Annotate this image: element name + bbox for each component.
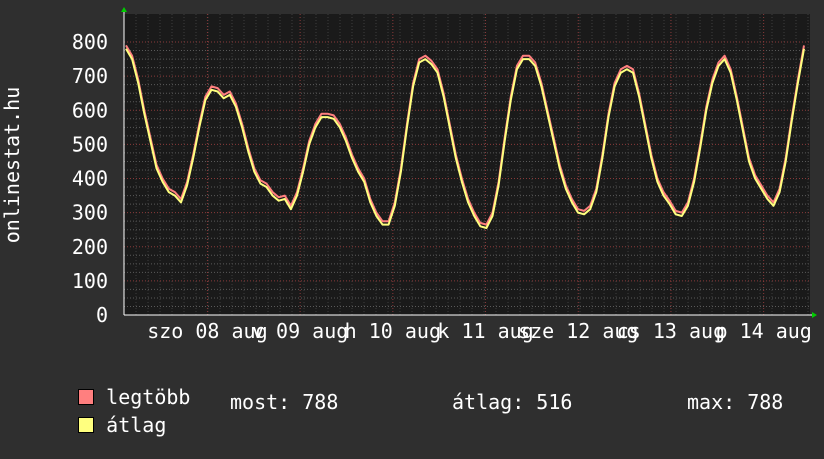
y-axis-label: onlinestat.hu	[0, 87, 24, 244]
y-tick-label: 100	[72, 269, 108, 293]
legend-label-avg: átlag	[106, 413, 167, 437]
stat-max: max: 788	[687, 390, 784, 414]
stat-now: most: 788	[230, 390, 339, 414]
legend-swatch-avg	[78, 417, 95, 433]
y-tick-label: 500	[72, 132, 108, 156]
y-tick-label: 200	[72, 235, 108, 259]
y-tick-label: 600	[72, 98, 108, 122]
traffic-chart: 0 100 200 300 400 500 600 700 800 szo 08 aug v 09…	[0, 0, 824, 436]
x-tick-label: h 10 aug	[345, 319, 441, 343]
x-tick-label: v 09 aug	[252, 319, 348, 343]
y-axis-arrow-icon	[121, 7, 127, 12]
y-tick-label: 800	[72, 30, 108, 54]
y-tick-label: 0	[96, 303, 108, 327]
x-tick-labels: szo 08 augv 09 augh 10 augk 11 augsze 12…	[147, 319, 812, 343]
x-tick-label: cs 13 aug	[617, 319, 725, 343]
x-tick-label: p 14 aug	[715, 319, 811, 343]
legend-item-avg: átlag	[30, 392, 166, 458]
stat-avg: átlag: 516	[452, 390, 573, 414]
x-axis-arrow-icon	[812, 312, 817, 318]
y-tick-label: 700	[72, 64, 108, 88]
y-tick-labels: 0 100 200 300 400 500 600 700 800	[72, 30, 108, 327]
y-tick-label: 400	[72, 167, 108, 191]
x-tick-label: szo 08 aug	[147, 319, 267, 343]
y-tick-label: 300	[72, 201, 108, 225]
